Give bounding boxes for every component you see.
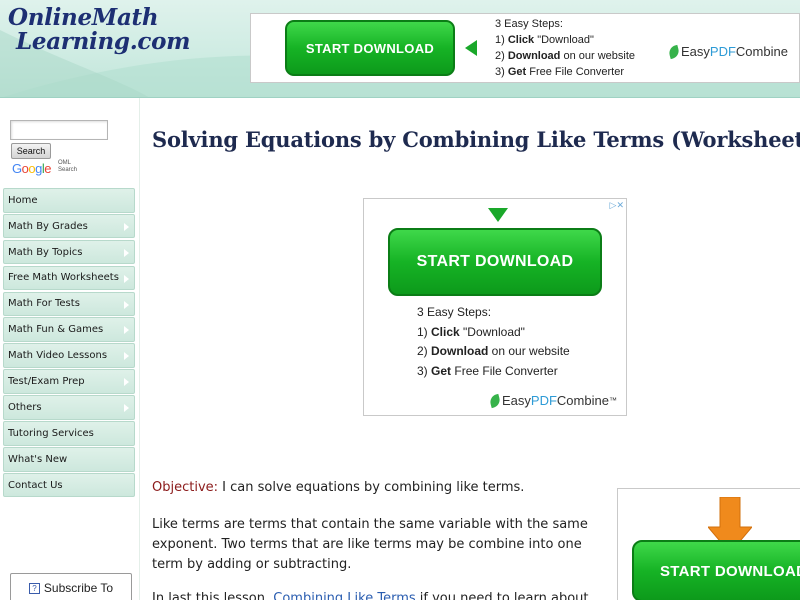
chevron-right-icon bbox=[124, 378, 129, 387]
main-ad-steps-title: 3 Easy Steps: bbox=[417, 305, 492, 319]
lesson-reference-paragraph: In last this lesson, Combining Like Term… bbox=[152, 589, 612, 600]
chevron-right-icon bbox=[124, 352, 129, 361]
combining-like-terms-link[interactable]: Combining Like Terms bbox=[273, 591, 415, 600]
subscribe-button[interactable]: ? Subscribe To bbox=[10, 573, 132, 600]
sidebar-item-free-math-worksheets[interactable]: Free Math Worksheets bbox=[3, 265, 135, 291]
sidebar-nav: Home Math By Grades Math By Topics Free Mat… bbox=[3, 188, 135, 499]
sidebar-item-label: Free Math Worksheets bbox=[8, 272, 119, 284]
header-ad-steps-title: 3 Easy Steps: bbox=[495, 18, 563, 30]
sidebar-item-what-s-new[interactable]: What's New bbox=[3, 446, 135, 472]
header-ad-download-button[interactable]: START DOWNLOAD bbox=[285, 20, 455, 76]
ad-choices-icon[interactable]: ▷✕ bbox=[610, 200, 624, 211]
objective-label: Objective: bbox=[152, 480, 219, 495]
header-ad-arrow-icon bbox=[465, 40, 477, 56]
search-button[interactable]: Search bbox=[11, 143, 51, 159]
search-input[interactable] bbox=[10, 120, 108, 140]
sidebar-item-label: Others bbox=[8, 401, 42, 413]
chevron-right-icon bbox=[124, 326, 129, 335]
like-terms-paragraph: Like terms are terms that contain the sa… bbox=[152, 517, 588, 572]
side-ad-download-button[interactable]: START DOWNLOAD bbox=[632, 540, 800, 600]
main-ad-step-2: 2) Download on our website bbox=[417, 344, 570, 358]
main-ad-step-3: 3) Get Free File Converter bbox=[417, 363, 558, 378]
sidebar-item-math-by-topics[interactable]: Math By Topics bbox=[3, 239, 135, 265]
sidebar-item-label: Home bbox=[8, 194, 38, 206]
header-ad-brand-logo: Easy PDF Combine bbox=[667, 44, 788, 59]
chevron-right-icon bbox=[124, 248, 129, 257]
sidebar-item-math-fun-games[interactable]: Math Fun & Games bbox=[3, 317, 135, 343]
site-header: OnlineMath Learning.com START DOWNLOAD 3… bbox=[0, 0, 800, 98]
header-advertisement[interactable]: START DOWNLOAD 3 Easy Steps: 1) Click "D… bbox=[250, 13, 800, 83]
sidebar-item-home[interactable]: Home bbox=[3, 188, 135, 213]
side-advertisement[interactable]: START DOWNLOAD bbox=[617, 488, 800, 600]
leaf-icon bbox=[488, 393, 502, 408]
chevron-right-icon bbox=[124, 404, 129, 413]
sidebar-item-math-video-lessons[interactable]: Math Video Lessons bbox=[3, 343, 135, 368]
question-mark-icon: ? bbox=[28, 582, 40, 594]
sidebar-item-label: Math By Topics bbox=[8, 246, 83, 258]
sidebar-item-label: Math By Grades bbox=[8, 220, 88, 232]
sidebar-item-contact-us[interactable]: Contact Us bbox=[3, 472, 135, 498]
google-logo: Google bbox=[12, 161, 51, 176]
sidebar-item-label: What's New bbox=[8, 453, 68, 465]
page-title: Solving Equations by Combining Like Term… bbox=[152, 127, 800, 152]
main-ad-download-button[interactable]: START DOWNLOAD bbox=[388, 228, 602, 296]
sidebar-item-label: Math For Tests bbox=[8, 298, 80, 310]
sidebar-item-label: Test/Exam Prep bbox=[8, 376, 85, 388]
main-ad-steps: 3 Easy Steps: 1) Click "Download" 2) Dow… bbox=[417, 303, 570, 381]
oml-search-label: OML Search bbox=[58, 160, 78, 173]
ad-arrow-down-icon bbox=[488, 208, 508, 222]
chevron-right-icon bbox=[124, 222, 129, 231]
main-ad-brand-logo: Easy PDF Combine ™ bbox=[488, 393, 617, 408]
header-ad-step-3: 3) Get Free File Converter bbox=[495, 66, 624, 78]
sidebar-item-test-exam-prep[interactable]: Test/Exam Prep bbox=[3, 369, 135, 394]
sidebar-item-label: Contact Us bbox=[8, 479, 63, 491]
sidebar: Search Google OML Search Home Math By Gra… bbox=[0, 98, 140, 600]
header-ad-steps: 3 Easy Steps: 1) Click "Download" 2) Dow… bbox=[495, 16, 635, 80]
sidebar-item-label: Math Video Lessons bbox=[8, 350, 108, 362]
main-ad-step-1: 1) Click "Download" bbox=[417, 324, 525, 339]
header-ad-step-1: 1) Click "Download" bbox=[495, 34, 594, 46]
sidebar-item-others[interactable]: Others bbox=[3, 395, 135, 420]
site-logo[interactable]: OnlineMath Learning.com bbox=[8, 6, 190, 54]
logo-line-1: OnlineMath bbox=[8, 4, 159, 31]
leaf-icon bbox=[667, 44, 681, 59]
sidebar-item-math-for-tests[interactable]: Math For Tests bbox=[3, 291, 135, 317]
header-ad-step-2: 2) Download on our website bbox=[495, 50, 636, 62]
sidebar-item-math-by-grades[interactable]: Math By Grades bbox=[3, 213, 135, 239]
objective-paragraph: Objective: I can solve equations by comb… bbox=[152, 478, 612, 498]
main-advertisement[interactable]: ▷✕ START DOWNLOAD 3 Easy Steps: 1) Click… bbox=[363, 198, 627, 416]
objective-text: I can solve equations by combining like … bbox=[218, 480, 525, 495]
sidebar-item-label: Tutoring Services bbox=[8, 427, 94, 439]
subscribe-label: Subscribe To bbox=[43, 581, 114, 595]
chevron-right-icon bbox=[124, 300, 129, 309]
logo-line-2: Learning.com bbox=[16, 28, 191, 55]
chevron-right-icon bbox=[124, 274, 129, 283]
sidebar-item-tutoring-services[interactable]: Tutoring Services bbox=[3, 421, 135, 446]
sidebar-item-label: Math Fun & Games bbox=[8, 324, 104, 336]
